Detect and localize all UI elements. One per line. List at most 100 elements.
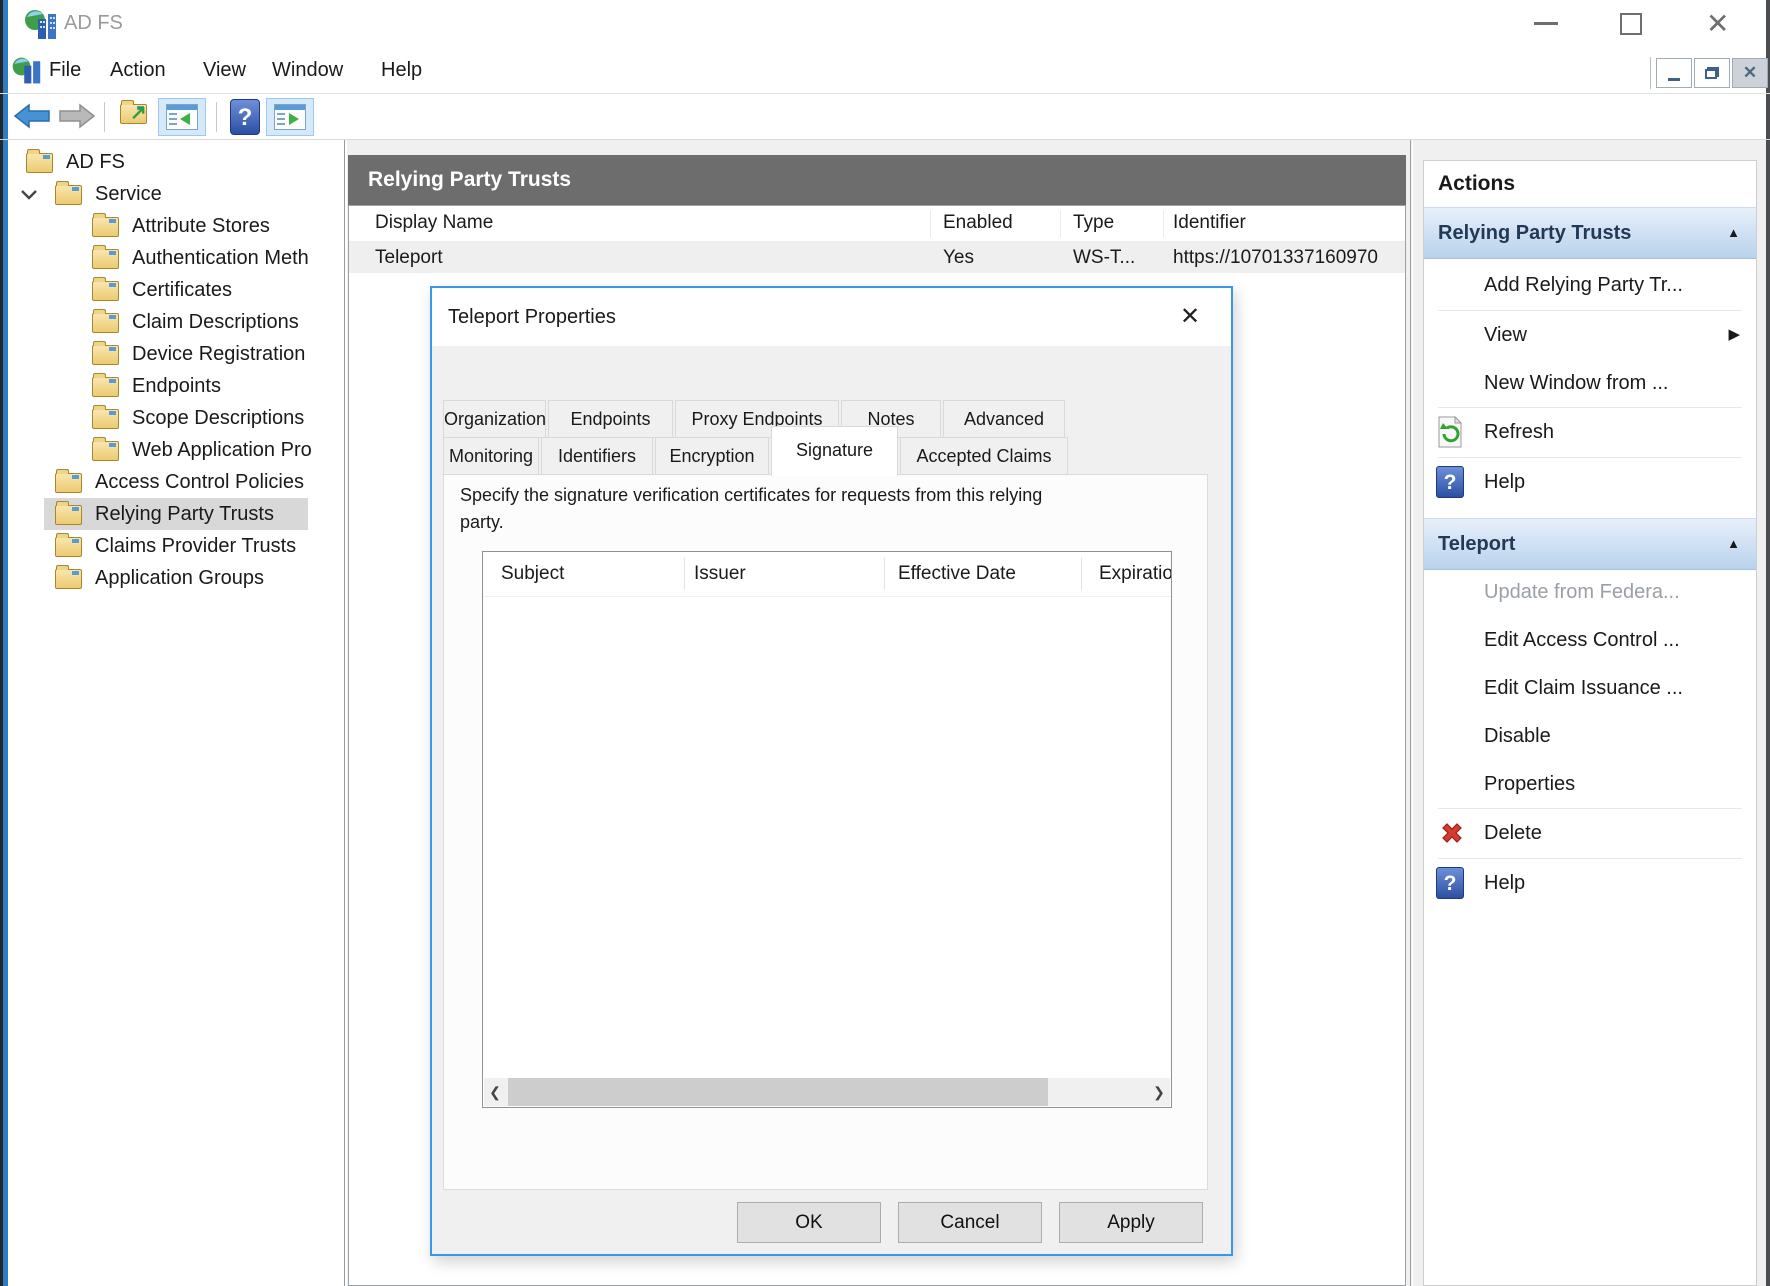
cert-column-issuer[interactable]: Issuer xyxy=(694,552,879,596)
maximize-button[interactable] xyxy=(1620,13,1642,35)
actions-section-relying-party-trusts[interactable]: Relying Party Trusts ▲ xyxy=(1424,207,1756,259)
menu-window[interactable]: Window xyxy=(272,47,343,94)
tree-item-application-groups[interactable]: Application Groups xyxy=(8,562,338,594)
tree-item-certificates[interactable]: Certificates xyxy=(8,274,338,306)
column-header-enabled[interactable]: Enabled xyxy=(943,205,1013,241)
column-header-display-name[interactable]: Display Name xyxy=(375,205,493,241)
column-separator[interactable] xyxy=(1060,210,1061,238)
separator xyxy=(0,93,1770,94)
horizontal-scrollbar[interactable]: ❮ ❯ xyxy=(484,1078,1170,1106)
tree-item-label: Endpoints xyxy=(132,370,221,402)
folder-icon xyxy=(92,377,119,397)
back-arrow-icon[interactable] xyxy=(13,101,51,131)
help-icon[interactable]: ? xyxy=(230,99,260,135)
splitter[interactable] xyxy=(344,140,345,1286)
section-header-label: Teleport xyxy=(1438,519,1515,569)
mdi-close-button[interactable]: ✕ xyxy=(1732,58,1768,88)
mdi-restore-button[interactable] xyxy=(1694,58,1730,88)
splitter[interactable] xyxy=(1410,140,1411,1286)
column-separator[interactable] xyxy=(684,558,685,590)
column-header-identifier[interactable]: Identifier xyxy=(1173,205,1246,241)
action-delete[interactable]: Delete xyxy=(1424,809,1756,857)
tab-signature-active[interactable]: Signature xyxy=(771,426,898,476)
tree-item-web-application-proxy[interactable]: Web Application Pro xyxy=(8,434,338,466)
folder-icon xyxy=(26,153,53,173)
tab-encryption[interactable]: Encryption xyxy=(655,437,769,475)
help-icon: ? xyxy=(1436,867,1464,899)
show-hide-console-tree-button[interactable] xyxy=(158,98,206,136)
action-new-window[interactable]: New Window from ... xyxy=(1424,359,1756,407)
menu-help[interactable]: Help xyxy=(381,47,422,94)
cert-column-effective-date[interactable]: Effective Date xyxy=(898,552,1078,596)
collapse-icon[interactable]: ▲ xyxy=(1727,208,1740,258)
window-title: AD FS xyxy=(64,0,123,47)
help-icon: ? xyxy=(1436,466,1464,498)
show-hide-action-pane-button[interactable] xyxy=(266,98,314,136)
menu-action[interactable]: Action xyxy=(110,47,166,94)
actions-section-teleport[interactable]: Teleport ▲ xyxy=(1424,518,1756,570)
action-help[interactable]: ? Help xyxy=(1424,458,1756,506)
scroll-right-icon[interactable]: ❯ xyxy=(1148,1078,1170,1106)
tree-item-attribute-stores[interactable]: Attribute Stores xyxy=(8,210,338,242)
tree-item-ad-fs[interactable]: AD FS xyxy=(8,146,338,178)
cert-column-subject[interactable]: Subject xyxy=(501,552,681,596)
tab-monitoring[interactable]: Monitoring xyxy=(443,437,539,475)
tab-advanced[interactable]: Advanced xyxy=(943,400,1065,438)
ok-button[interactable]: OK xyxy=(737,1202,881,1243)
chevron-down-icon[interactable] xyxy=(20,189,38,200)
column-separator[interactable] xyxy=(1163,210,1164,238)
action-disable[interactable]: Disable xyxy=(1424,712,1756,760)
column-separator[interactable] xyxy=(884,558,885,590)
column-separator[interactable] xyxy=(1081,558,1082,590)
action-pane-icon xyxy=(274,104,306,130)
teleport-properties-dialog: Teleport Properties ✕ Organization Endpo… xyxy=(430,286,1233,1256)
list-row-teleport[interactable]: Teleport Yes WS-T... https://10701337160… xyxy=(349,242,1405,273)
tab-accepted-claims[interactable]: Accepted Claims xyxy=(900,437,1068,475)
tree-item-scope-descriptions[interactable]: Scope Descriptions xyxy=(8,402,338,434)
results-pane-title: Relying Party Trusts xyxy=(348,155,1406,205)
action-add-relying-party-trust[interactable]: Add Relying Party Tr... xyxy=(1424,261,1756,309)
dialog-close-icon[interactable]: ✕ xyxy=(1172,300,1208,334)
actions-pane-title: Actions xyxy=(1438,161,1515,207)
scroll-left-icon[interactable]: ❮ xyxy=(484,1078,506,1106)
action-refresh[interactable]: Refresh xyxy=(1424,408,1756,456)
mdi-minimize-button[interactable] xyxy=(1656,58,1692,88)
folder-icon xyxy=(92,409,119,429)
up-one-level-icon[interactable]: ↗ xyxy=(120,104,147,129)
menu-file[interactable]: File xyxy=(49,47,81,94)
tree-item-service[interactable]: Service xyxy=(8,178,338,210)
tree-item-device-registration[interactable]: Device Registration xyxy=(8,338,338,370)
action-help-teleport[interactable]: ? Help xyxy=(1424,859,1756,907)
forward-arrow-icon[interactable] xyxy=(58,101,96,131)
close-button[interactable]: ✕ xyxy=(1706,6,1729,42)
tree-item-access-control-policies[interactable]: Access Control Policies xyxy=(8,466,338,498)
collapse-icon[interactable]: ▲ xyxy=(1727,519,1740,569)
tab-organization[interactable]: Organization xyxy=(443,400,546,438)
tree-item-endpoints[interactable]: Endpoints xyxy=(8,370,338,402)
tree-item-relying-party-trusts[interactable]: Relying Party Trusts xyxy=(8,498,338,530)
tab-endpoints[interactable]: Endpoints xyxy=(548,400,673,438)
tree-item-claim-descriptions[interactable]: Claim Descriptions xyxy=(8,306,338,338)
tab-identifiers[interactable]: Identifiers xyxy=(541,437,653,475)
action-update-from-federation-metadata: Update from Federa... xyxy=(1424,568,1756,616)
scrollbar-thumb[interactable] xyxy=(508,1078,1048,1106)
cert-column-expiration[interactable]: Expiratio xyxy=(1099,552,1171,596)
cancel-button[interactable]: Cancel xyxy=(898,1202,1042,1243)
folder-icon xyxy=(92,281,119,301)
menu-view[interactable]: View xyxy=(203,47,246,94)
tree-item-authentication-methods[interactable]: Authentication Meth xyxy=(8,242,338,274)
submenu-arrow-icon: ▶ xyxy=(1728,311,1740,359)
splitter-highlight xyxy=(346,140,347,1286)
column-separator[interactable] xyxy=(930,210,931,238)
green-up-arrow: ↗ xyxy=(130,100,147,125)
tree-item-claims-provider-trusts[interactable]: Claims Provider Trusts xyxy=(8,530,338,562)
apply-button[interactable]: Apply xyxy=(1059,1202,1203,1243)
action-edit-access-control-policy[interactable]: Edit Access Control ... xyxy=(1424,616,1756,664)
action-properties[interactable]: Properties xyxy=(1424,760,1756,808)
action-edit-claim-issuance-policy[interactable]: Edit Claim Issuance ... xyxy=(1424,664,1756,712)
action-view[interactable]: View ▶ xyxy=(1424,311,1756,359)
separator xyxy=(216,102,217,132)
folder-icon xyxy=(55,569,82,589)
minimize-button[interactable] xyxy=(1534,22,1558,25)
column-header-type[interactable]: Type xyxy=(1073,205,1114,241)
